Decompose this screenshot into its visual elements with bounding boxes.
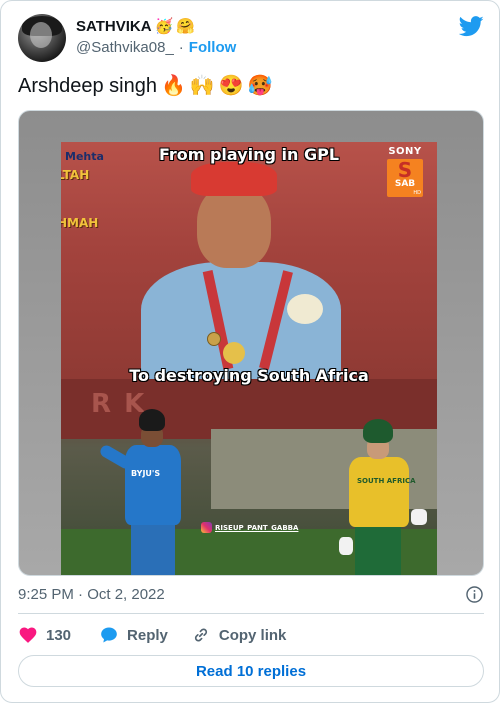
player-sa-legs — [355, 523, 401, 575]
author-display-name-row[interactable]: SATHVIKA 🥳 🤗 — [76, 18, 236, 36]
like-count: 130 — [46, 626, 72, 644]
follow-button[interactable]: Follow — [189, 38, 237, 58]
meme-top-caption: From playing in GPL — [158, 145, 340, 164]
like-button[interactable]: 130 — [18, 625, 71, 645]
kid-ball — [223, 342, 245, 364]
tweet-text: Arshdeep singh 🔥 🙌 😍 🥵 — [18, 72, 484, 100]
player-sa-glove — [411, 509, 427, 525]
reply-bubble-icon — [101, 627, 117, 643]
copy-link-button[interactable]: Copy link — [191, 625, 287, 645]
author-info: SATHVIKA 🥳 🤗 @Sathvika08_ · Follow — [76, 18, 236, 58]
meme-bottom-caption: To destroying South Africa — [129, 366, 369, 385]
heart-eyes-emoji: 😍 — [218, 75, 244, 97]
twitter-bird-icon[interactable] — [459, 16, 484, 37]
author-handle[interactable]: @Sathvika08_ — [76, 38, 174, 58]
sa-jersey-text: SOUTH AFRICA — [357, 477, 416, 485]
tweet-header: SATHVIKA 🥳 🤗 @Sathvika08_ · Follow — [18, 14, 484, 62]
info-icon[interactable] — [465, 585, 484, 604]
player-sa-glove — [339, 537, 353, 555]
author-display-name[interactable]: SATHVIKA — [76, 18, 152, 36]
avatar-face — [30, 22, 52, 48]
jersey-sponsor: BYJU'S — [131, 469, 161, 478]
separator-dot: · — [178, 39, 184, 56]
sab-logo-hd: HD — [413, 190, 421, 196]
meme-image[interactable]: Mehta LTAH HMAH SONY S — [61, 142, 437, 575]
player-india-patka — [139, 409, 165, 431]
read-replies-button[interactable]: Read 10 replies — [18, 655, 484, 687]
instagram-icon — [201, 522, 212, 533]
player-sa-jersey — [349, 457, 409, 527]
meme-bottom-panel: R K BYJU'S SOUTH AFRICA RISEUP_PANT_GABB… — [61, 379, 437, 575]
tweet-card: SATHVIKA 🥳 🤗 @Sathvika08_ · Follow Arshd… — [0, 0, 500, 703]
sign-text-hmah: HMAH — [61, 216, 99, 230]
player-sa-helmet — [363, 419, 393, 443]
player-india-legs — [131, 523, 175, 575]
action-bar: 130 Reply Copy link — [18, 623, 286, 647]
sab-logo-text: SAB — [394, 179, 416, 189]
tweet-media[interactable]: Mehta LTAH HMAH SONY S — [18, 110, 484, 576]
kid-medal — [207, 332, 221, 346]
copy-link-label: Copy link — [218, 626, 287, 644]
player-south-africa: SOUTH AFRICA — [339, 419, 429, 575]
hugging-face-emoji: 🤗 — [176, 18, 195, 35]
timestamp-row: 9:25 PM · Oct 2, 2022 — [18, 584, 484, 604]
avatar[interactable] — [18, 14, 66, 62]
author-handle-row: @Sathvika08_ · Follow — [76, 38, 236, 58]
player-india: BYJU'S — [98, 409, 211, 575]
divider — [18, 613, 484, 614]
tweet-timestamp[interactable]: 9:25 PM · Oct 2, 2022 — [18, 586, 165, 603]
meme-top-panel: Mehta LTAH HMAH SONY S — [61, 142, 437, 379]
kid-badge — [287, 294, 323, 324]
tweet-body: Arshdeep singh — [18, 75, 157, 97]
kid-face — [197, 184, 271, 268]
raising-hands-emoji: 🙌 — [189, 75, 215, 97]
instagram-watermark: RISEUP_PANT_GABBA — [201, 522, 298, 533]
kid-bandana — [191, 162, 277, 196]
player-india-jersey — [125, 445, 181, 525]
hot-face-emoji: 🥵 — [247, 75, 273, 97]
partying-face-emoji: 🥳 — [154, 18, 174, 35]
sign-text-ltah: LTAH — [61, 168, 90, 182]
reply-label: Reply — [127, 626, 168, 644]
sab-logo-box: S SAB HD — [387, 159, 423, 197]
heart-icon — [19, 627, 37, 643]
kid-figure — [141, 162, 361, 379]
link-icon — [194, 628, 207, 642]
watermark-text: RISEUP_PANT_GABBA — [215, 523, 299, 532]
fire-emoji: 🔥 — [160, 75, 186, 97]
reply-button[interactable]: Reply — [99, 625, 168, 645]
